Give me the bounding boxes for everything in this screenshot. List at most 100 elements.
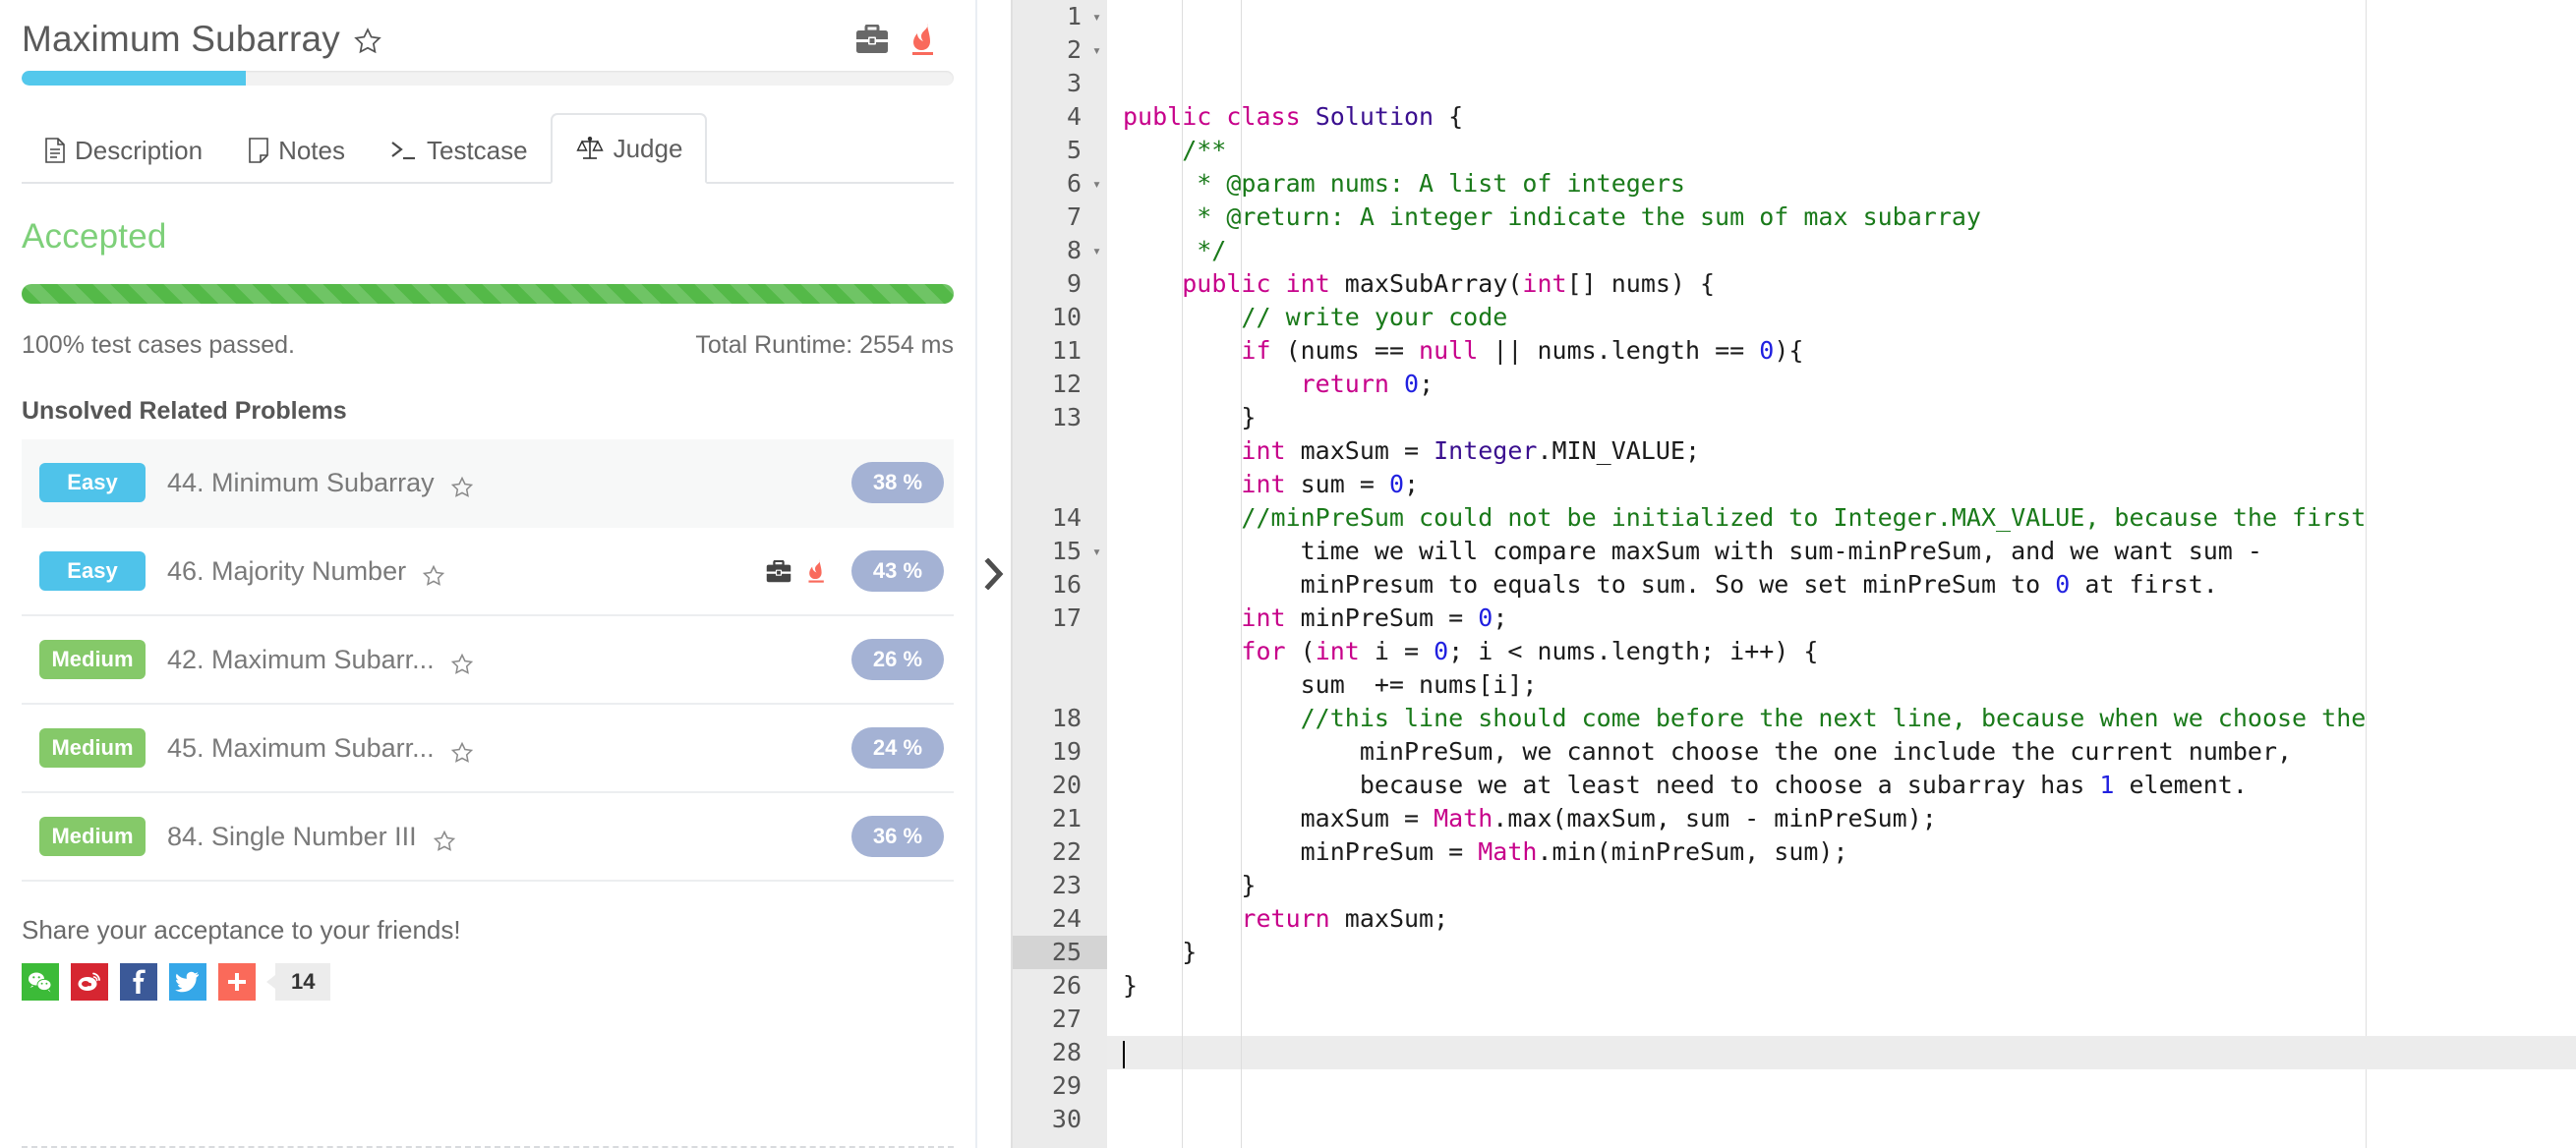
- line-number-value: 14: [1051, 503, 1082, 532]
- facebook-share-button[interactable]: [120, 963, 157, 1001]
- tests-passed-text: 100% test cases passed.: [22, 331, 295, 359]
- code-line[interactable]: minPreSum = Math.min(minPreSum, sum);: [1123, 835, 2576, 869]
- flame-icon[interactable]: [910, 23, 936, 56]
- line-number: 5: [1013, 134, 1107, 167]
- code-line[interactable]: }: [1123, 401, 2576, 434]
- line-number: 6 ▾: [1013, 167, 1107, 201]
- favorite-star-icon[interactable]: [422, 564, 445, 588]
- line-number-value: 11: [1051, 336, 1082, 365]
- related-problem-row[interactable]: Medium 45. Maximum Subarr... 24 %: [22, 705, 954, 793]
- related-problem-name[interactable]: 45. Maximum Subarr...: [167, 733, 435, 764]
- code-line[interactable]: }: [1123, 936, 2576, 969]
- panel-divider[interactable]: [975, 0, 1011, 1148]
- line-number-value: 16: [1051, 570, 1082, 599]
- code-line[interactable]: }: [1123, 969, 2576, 1003]
- related-problem-name[interactable]: 42. Maximum Subarr...: [167, 645, 435, 675]
- line-number-value: 17: [1051, 603, 1082, 632]
- favorite-star-icon[interactable]: [450, 476, 474, 499]
- fold-toggle-icon[interactable]: ▾: [1092, 234, 1101, 267]
- code-line[interactable]: for (int i = 0; i < nums.length; i++) {: [1123, 635, 2576, 668]
- flame-icon[interactable]: [807, 558, 826, 584]
- favorite-star-icon[interactable]: [433, 830, 456, 853]
- code-line[interactable]: [1123, 1003, 2576, 1036]
- favorite-star-icon[interactable]: [450, 741, 474, 765]
- line-number-value: 28: [1051, 1038, 1082, 1066]
- code-line[interactable]: [1123, 1069, 2576, 1103]
- scales-icon: [575, 137, 604, 159]
- wechat-share-button[interactable]: [22, 963, 59, 1001]
- chevron-right-icon[interactable]: [983, 557, 1005, 591]
- line-number: 18: [1013, 702, 1107, 735]
- fold-toggle-icon[interactable]: ▾: [1092, 535, 1101, 568]
- code-editor[interactable]: 1 ▾ 2 ▾ 3 4 5 6 ▾ 7 8 ▾ 9 10 11 12 13 14 15 ▾ 16 17 18 19 20 21 22…: [1011, 0, 2576, 1148]
- code-line[interactable]: // write your code: [1123, 301, 2576, 334]
- line-number-value: 8: [1066, 236, 1082, 264]
- total-runtime-text: Total Runtime: 2554 ms: [695, 331, 954, 359]
- code-line[interactable]: sum += nums[i];: [1123, 668, 2576, 702]
- tab-testcase[interactable]: Testcase: [368, 117, 551, 184]
- line-number: 17: [1013, 602, 1107, 702]
- code-line[interactable]: * @param nums: A list of integers: [1123, 167, 2576, 201]
- code-line[interactable]: int sum = 0;: [1123, 468, 2576, 501]
- line-number-value: 24: [1051, 904, 1082, 933]
- code-line[interactable]: */: [1123, 234, 2576, 267]
- code-line[interactable]: [1107, 1036, 2576, 1069]
- related-problem-row[interactable]: Easy 46. Majority Number 43 %: [22, 528, 954, 616]
- line-number-value: 12: [1051, 370, 1082, 398]
- code-line[interactable]: int minPreSum = 0;: [1123, 602, 2576, 635]
- tab-bar: Description Notes Testcase Judge: [22, 107, 954, 184]
- code-line[interactable]: //this line should come before the next …: [1123, 702, 2576, 802]
- code-line[interactable]: if (nums == null || nums.length == 0){: [1123, 334, 2576, 368]
- related-problem-name[interactable]: 84. Single Number III: [167, 822, 417, 852]
- code-line[interactable]: return 0;: [1123, 368, 2576, 401]
- line-number-value: 13: [1051, 403, 1082, 431]
- difficulty-badge: Easy: [39, 463, 146, 502]
- line-number-value: 7: [1066, 202, 1082, 231]
- twitter-share-button[interactable]: [169, 963, 206, 1001]
- code-area[interactable]: public class Solution { /** * @param num…: [1107, 0, 2576, 1148]
- line-number: 16: [1013, 568, 1107, 602]
- code-line[interactable]: public int maxSubArray(int[] nums) {: [1123, 267, 2576, 301]
- tab-judge-label: Judge: [613, 133, 683, 163]
- document-icon: [45, 138, 65, 163]
- plus-icon: [228, 973, 246, 991]
- fold-toggle-icon[interactable]: ▾: [1092, 167, 1101, 201]
- briefcase-icon[interactable]: [855, 24, 889, 54]
- fold-toggle-icon[interactable]: ▾: [1092, 0, 1101, 33]
- text-cursor: [1123, 1041, 1125, 1068]
- code-line[interactable]: /**: [1123, 134, 2576, 167]
- code-line[interactable]: [1123, 1103, 2576, 1136]
- more-share-button[interactable]: [218, 963, 256, 1001]
- tab-judge[interactable]: Judge: [550, 113, 708, 184]
- line-number-value: 26: [1051, 971, 1082, 1000]
- line-number-value: 10: [1051, 303, 1082, 331]
- briefcase-icon[interactable]: [766, 559, 791, 583]
- related-problem-name[interactable]: 46. Majority Number: [167, 556, 406, 587]
- related-problem-name[interactable]: 44. Minimum Subarray: [167, 468, 435, 498]
- tab-testcase-label: Testcase: [426, 135, 528, 165]
- code-line[interactable]: int maxSum = Integer.MIN_VALUE;: [1123, 434, 2576, 468]
- line-number: 7: [1013, 201, 1107, 234]
- tab-notes[interactable]: Notes: [225, 117, 368, 184]
- problem-panel: Maximum Subarray Description Notes Testc…: [0, 0, 975, 1148]
- related-problem-row[interactable]: Medium 42. Maximum Subarr... 26 %: [22, 616, 954, 705]
- code-line[interactable]: public class Solution {: [1123, 100, 2576, 134]
- code-line[interactable]: //minPreSum could not be initialized to …: [1123, 501, 2576, 602]
- favorite-star-icon[interactable]: [450, 653, 474, 676]
- code-line[interactable]: * @return: A integer indicate the sum of…: [1123, 201, 2576, 234]
- code-line[interactable]: [1123, 1136, 2576, 1148]
- code-line[interactable]: maxSum = Math.max(maxSum, sum - minPreSu…: [1123, 802, 2576, 835]
- line-number-value: 20: [1051, 771, 1082, 799]
- acceptance-rate-badge: 43 %: [851, 550, 944, 592]
- related-problem-row[interactable]: Medium 84. Single Number III 36 %: [22, 793, 954, 882]
- code-line[interactable]: return maxSum;: [1123, 902, 2576, 936]
- related-problem-row[interactable]: Easy 44. Minimum Subarray 38 %: [22, 439, 954, 528]
- related-problem-icons: [766, 558, 826, 584]
- share-heading: Share your acceptance to your friends!: [22, 915, 461, 945]
- favorite-star-icon[interactable]: [353, 27, 382, 56]
- line-number-value: 27: [1051, 1004, 1082, 1033]
- fold-toggle-icon[interactable]: ▾: [1092, 33, 1101, 67]
- weibo-share-button[interactable]: [71, 963, 108, 1001]
- code-line[interactable]: }: [1123, 869, 2576, 902]
- tab-description[interactable]: Description: [22, 117, 225, 184]
